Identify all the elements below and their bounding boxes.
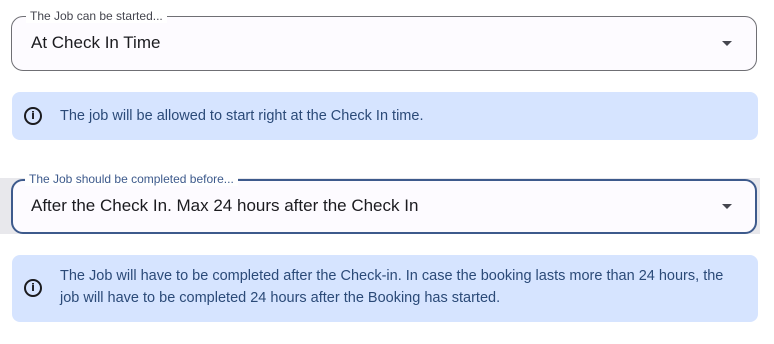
job-start-info-banner: i The job will be allowed to start right…	[12, 92, 758, 140]
job-start-select-value[interactable]: At Check In Time	[31, 32, 160, 54]
job-complete-select[interactable]: The Job should be completed before... Af…	[11, 172, 757, 234]
job-start-select-label: The Job can be started...	[26, 9, 167, 23]
job-start-info-text: The job will be allowed to start right a…	[60, 108, 424, 124]
dropdown-arrow-icon[interactable]	[722, 41, 732, 46]
job-complete-select-label: The Job should be completed before...	[25, 172, 238, 186]
info-icon: i	[24, 107, 42, 125]
dropdown-arrow-icon[interactable]	[722, 204, 732, 209]
job-complete-info-banner: i The Job will have to be completed afte…	[12, 255, 758, 322]
job-start-select[interactable]: The Job can be started... At Check In Ti…	[11, 9, 757, 71]
job-timing-form: The Job can be started... At Check In Ti…	[0, 0, 774, 344]
info-icon: i	[24, 279, 42, 297]
job-complete-select-value[interactable]: After the Check In. Max 24 hours after t…	[31, 195, 418, 217]
job-complete-info-text: The Job will have to be completed after …	[60, 268, 724, 306]
